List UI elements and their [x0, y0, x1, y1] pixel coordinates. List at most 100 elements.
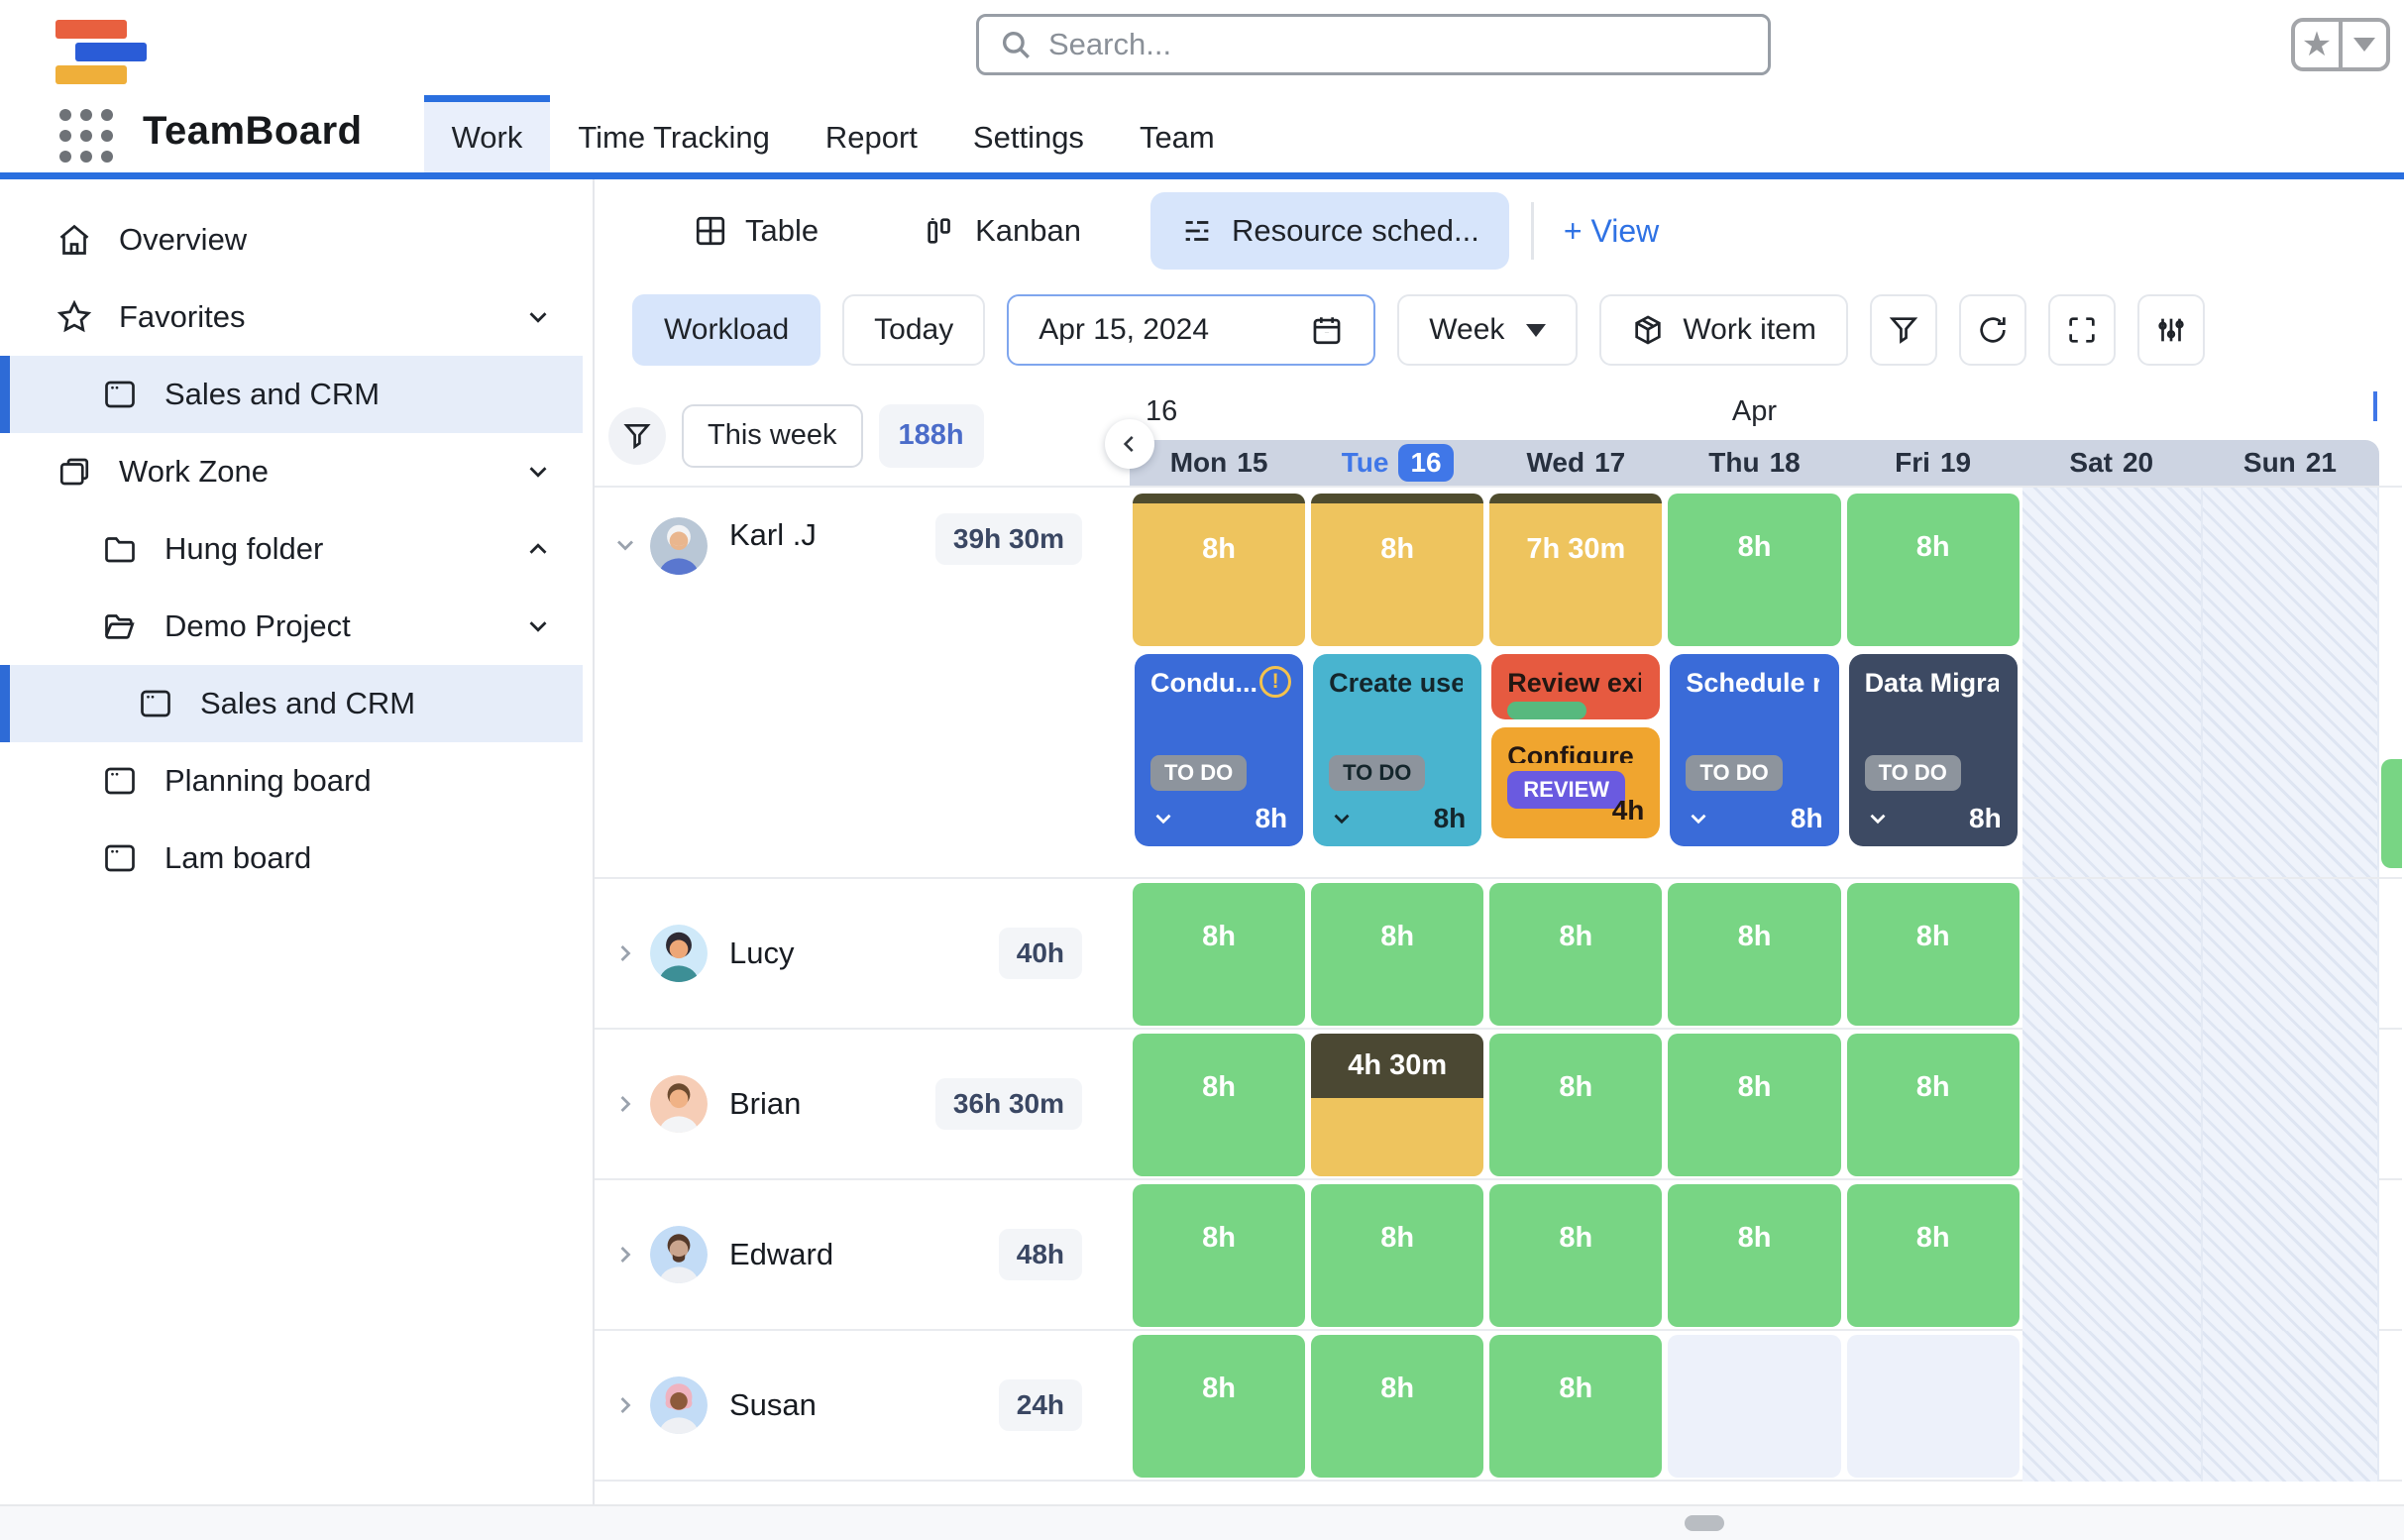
view-tab-kanban[interactable]: Kanban	[894, 192, 1111, 270]
person-cell-edward[interactable]: Edward 48h	[595, 1180, 1130, 1329]
sidebar-item-work-zone[interactable]: Work Zone	[0, 433, 593, 510]
workload-cell[interactable]: 8h	[1133, 1034, 1305, 1176]
sidebar-item-sales-and-crm-favorite[interactable]: Sales and CRM	[0, 356, 583, 433]
workload-cell-split[interactable]: 4h 30m	[1311, 1034, 1483, 1176]
workload-cell[interactable]: 8h	[1489, 883, 1662, 1026]
workload-cell[interactable]: 8h	[1133, 1335, 1305, 1478]
person-cell-karl[interactable]: Karl .J 39h 30m	[595, 488, 1130, 877]
chevron-down-icon[interactable]	[523, 611, 553, 641]
workload-cell-empty[interactable]	[1847, 1335, 2020, 1478]
next-week-task-sliver[interactable]	[2381, 759, 2402, 868]
chevron-down-icon[interactable]	[1686, 806, 1711, 831]
workload-cell[interactable]: 8h	[1668, 1184, 1840, 1327]
chevron-down-icon[interactable]	[1150, 806, 1176, 831]
day-col-thu: 8h Schedule r... TO DO 8h	[1665, 488, 1843, 877]
workload-cell-empty[interactable]	[1668, 1335, 1840, 1478]
horizontal-scrollbar-handle[interactable]	[1685, 1515, 1724, 1531]
view-tab-resource-scheduling[interactable]: Resource sched...	[1150, 192, 1509, 270]
workload-cell[interactable]: 8h	[1847, 883, 2020, 1026]
chevron-down-icon[interactable]	[1865, 806, 1891, 831]
fullscreen-button[interactable]	[2048, 294, 2116, 366]
date-picker[interactable]: Apr 15, 2024	[1007, 294, 1375, 366]
workload-cell[interactable]: 8h	[1847, 494, 2020, 646]
add-view-button[interactable]: + View	[1544, 213, 1679, 250]
chevron-right-icon[interactable]	[610, 939, 640, 967]
person-cell-brian[interactable]: Brian 36h 30m	[595, 1030, 1130, 1178]
sidebar-item-planning-board[interactable]: Planning board	[0, 742, 593, 820]
person-cell-susan[interactable]: Susan 24h	[595, 1331, 1130, 1480]
workload-cell[interactable]: 8h	[1133, 494, 1305, 646]
task-card-create-user[interactable]: Create use... TO DO 8h	[1313, 654, 1481, 846]
task-card-data-migration[interactable]: Data Migra... TO DO 8h	[1849, 654, 2018, 846]
workload-cell[interactable]: 8h	[1311, 1184, 1483, 1327]
day-col-wed: 8h	[1486, 1331, 1665, 1482]
workload-cell[interactable]: 8h	[1311, 1335, 1483, 1478]
workload-cell[interactable]: 8h	[1489, 1034, 1662, 1176]
workload-cell[interactable]: 8h	[1489, 1184, 1662, 1327]
this-week-button[interactable]: This week	[682, 404, 863, 468]
star-outline-icon	[55, 299, 93, 335]
fullscreen-icon	[2065, 313, 2099, 347]
today-button[interactable]: Today	[842, 294, 985, 366]
range-select[interactable]: Week	[1397, 294, 1578, 366]
workload-cell[interactable]: 8h	[1311, 494, 1483, 646]
refresh-button[interactable]	[1959, 294, 2026, 366]
review-status-badge: REVIEW	[1507, 771, 1625, 809]
view-tab-table[interactable]: Table	[664, 192, 848, 270]
workload-cell[interactable]: 8h	[1847, 1184, 2020, 1327]
panel-filter-button[interactable]	[608, 407, 666, 465]
board-icon	[101, 377, 139, 412]
bookmark-dropdown-button[interactable]	[2343, 22, 2386, 67]
sidebar-item-overview[interactable]: Overview	[0, 201, 593, 278]
chevron-up-icon[interactable]	[523, 534, 553, 564]
chevron-right-icon[interactable]	[610, 1241, 640, 1268]
workload-cell[interactable]: 8h	[1133, 1184, 1305, 1327]
search-input[interactable]: Search...	[976, 14, 1771, 75]
nav-tab-settings[interactable]: Settings	[945, 95, 1112, 172]
bookmark-split-button[interactable]: ★	[2291, 18, 2390, 71]
day-col-mon: 8h	[1130, 1180, 1308, 1331]
weekend-col-sat	[2022, 879, 2201, 1030]
task-card-review-existing[interactable]: Review exi...	[1491, 654, 1660, 719]
nav-tab-report[interactable]: Report	[798, 95, 945, 172]
day-header-thu: Thu18	[1665, 447, 1843, 479]
person-cell-lucy[interactable]: Lucy 40h	[595, 879, 1130, 1028]
chevron-down-icon[interactable]	[1329, 806, 1355, 831]
workload-button[interactable]: Workload	[632, 294, 820, 366]
work-item-button[interactable]: Work item	[1599, 294, 1847, 366]
day-col-tue: 4h 30m	[1308, 1030, 1486, 1180]
sidebar-item-sales-and-crm[interactable]: Sales and CRM	[0, 665, 583, 742]
nav-tab-time-tracking[interactable]: Time Tracking	[550, 95, 798, 172]
sidebar-item-favorites[interactable]: Favorites	[0, 278, 593, 356]
workload-cell[interactable]: 8h	[1311, 883, 1483, 1026]
workload-cell[interactable]: 8h	[1489, 1335, 1662, 1478]
settings-button[interactable]	[2137, 294, 2205, 366]
sidebar-item-demo-project[interactable]: Demo Project	[0, 588, 593, 665]
workload-cell[interactable]: 8h	[1847, 1034, 2020, 1176]
avatar	[650, 925, 708, 982]
chevron-right-icon[interactable]	[610, 1090, 640, 1118]
workload-cell[interactable]: 8h	[1668, 883, 1840, 1026]
nav-tab-work[interactable]: Work	[424, 95, 551, 172]
workload-cell[interactable]: 7h 30m	[1489, 494, 1662, 646]
chevron-down-icon[interactable]	[523, 457, 553, 487]
task-card-configure[interactable]: Configure I... REVIEW 4h	[1491, 727, 1660, 838]
day-col-fri: 8h	[1844, 879, 2022, 1030]
chevron-down-icon[interactable]	[523, 302, 553, 332]
workload-cell[interactable]: 8h	[1668, 1034, 1840, 1176]
weekend-col-sat	[2022, 488, 2201, 877]
collapse-panel-button[interactable]	[1105, 419, 1154, 469]
workload-cell[interactable]: 8h	[1668, 494, 1840, 646]
chevron-down-icon[interactable]	[610, 531, 640, 559]
task-card-schedule[interactable]: Schedule r... TO DO 8h	[1670, 654, 1838, 846]
sidebar-item-lam-board[interactable]: Lam board	[0, 820, 593, 897]
task-card-conduct[interactable]: Condu... ! TO DO 8h	[1135, 654, 1303, 846]
nav-tab-team[interactable]: Team	[1112, 95, 1243, 172]
workload-cell[interactable]: 8h	[1133, 883, 1305, 1026]
day-col-wed: 7h 30m Review exi... Configure I... REVI…	[1486, 488, 1665, 877]
app-grid-icon[interactable]	[55, 105, 117, 166]
bookmark-star-button[interactable]: ★	[2295, 22, 2339, 67]
chevron-right-icon[interactable]	[610, 1391, 640, 1419]
sidebar-item-hung-folder[interactable]: Hung folder	[0, 510, 593, 588]
filter-button[interactable]	[1870, 294, 1937, 366]
